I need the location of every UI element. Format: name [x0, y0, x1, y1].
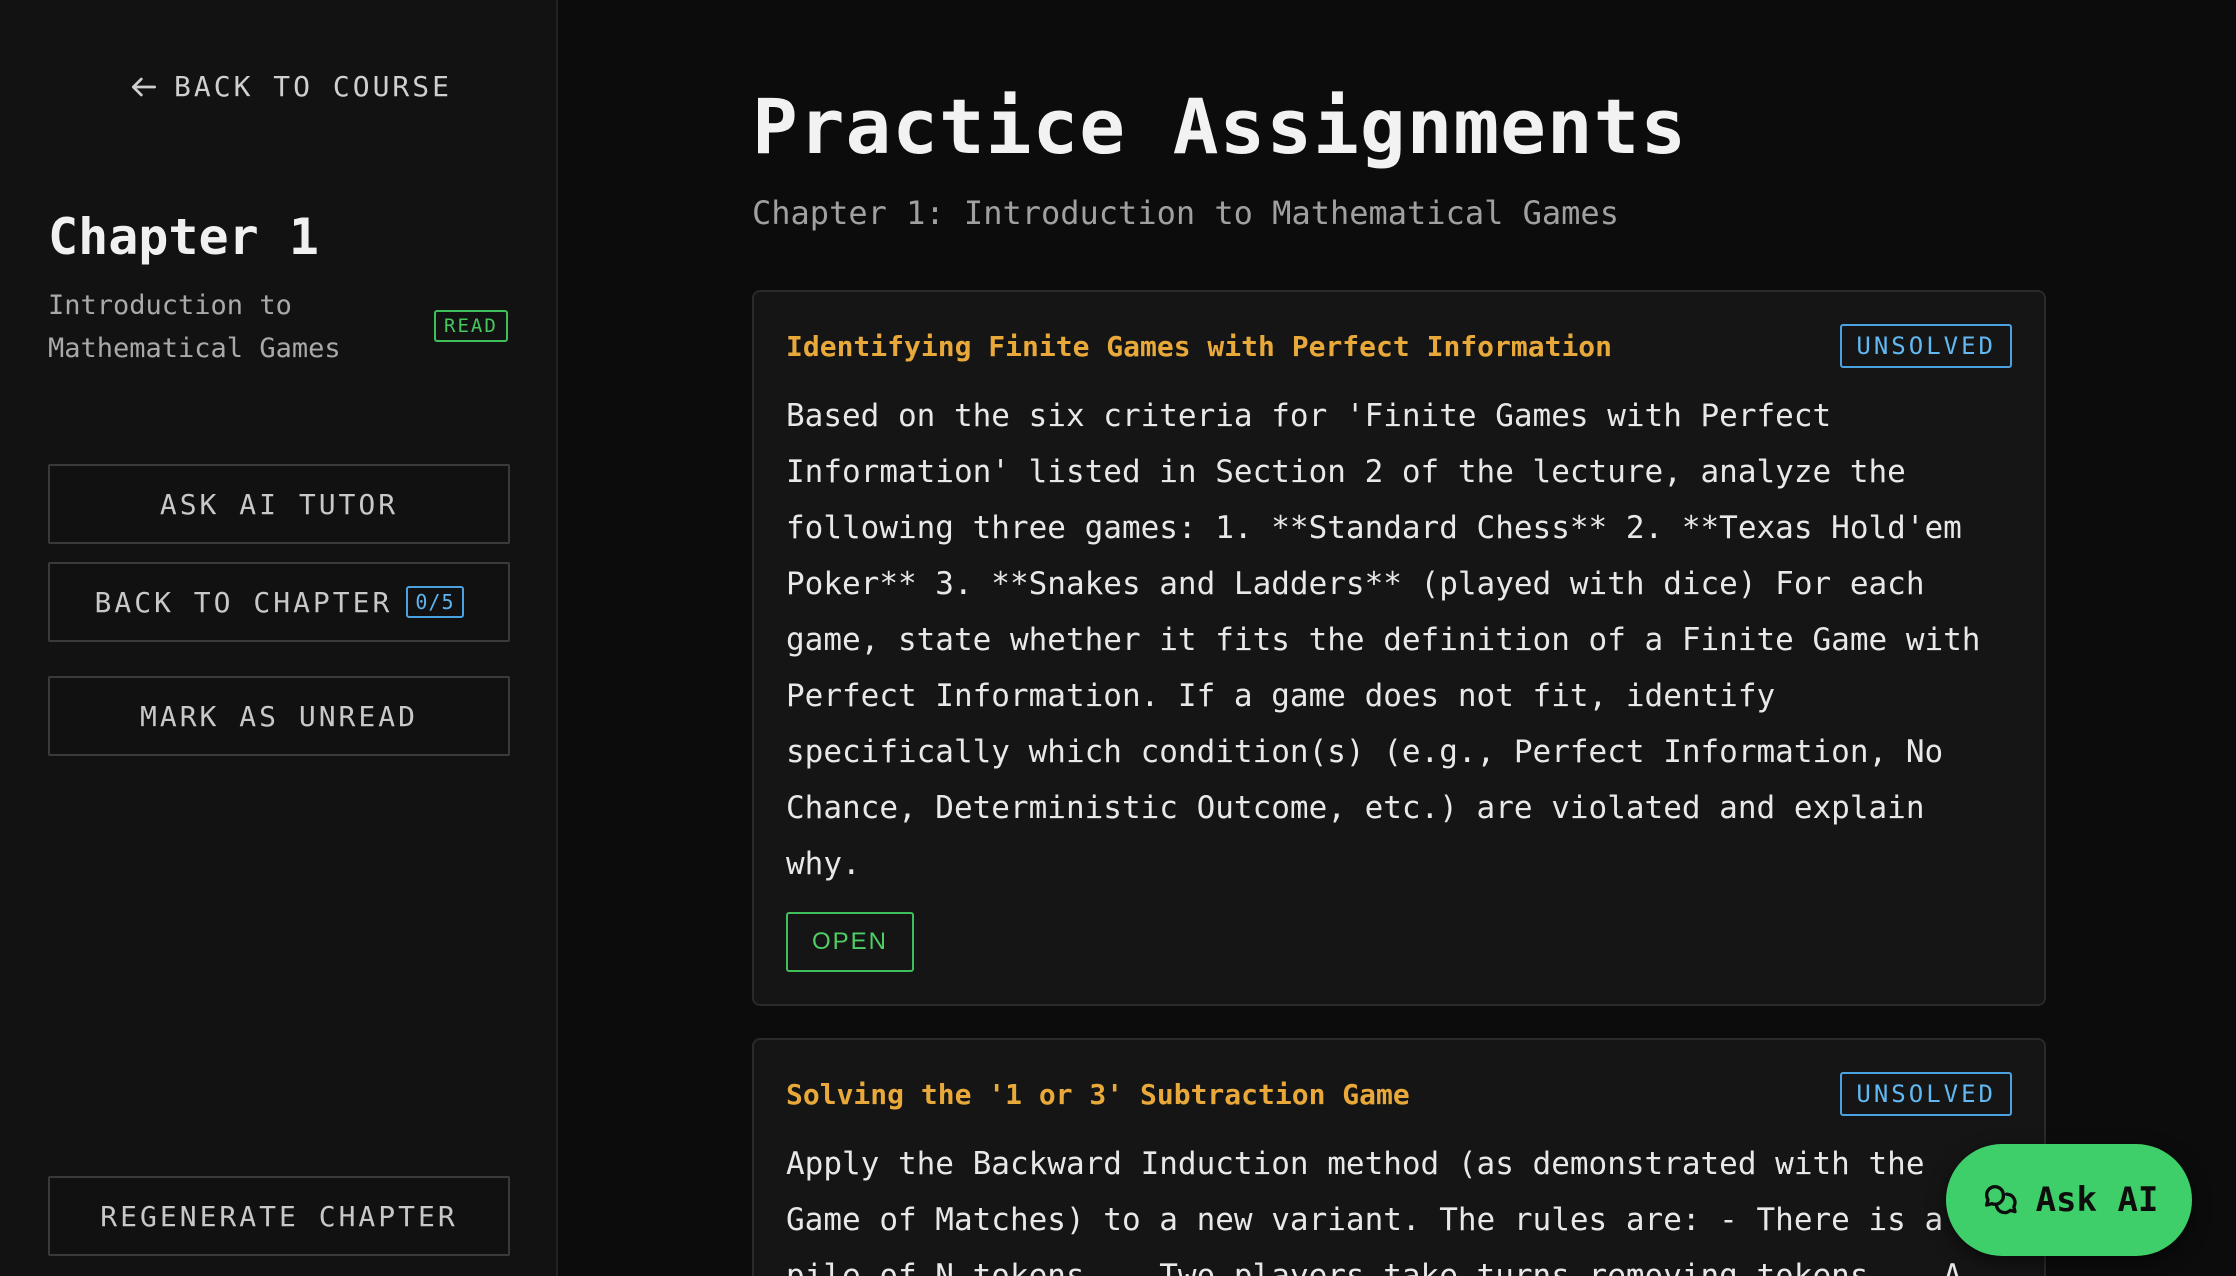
ask-ai-tutor-button[interactable]: ASK AI TUTOR [48, 464, 510, 544]
page-subtitle: Chapter 1: Introduction to Mathematical … [752, 194, 1619, 232]
chapter-title: Chapter 1 [48, 208, 319, 266]
open-assignment-button[interactable]: OPEN [786, 912, 915, 972]
mark-as-unread-label: MARK AS UNREAD [139, 699, 418, 733]
status-badge: UNSOLVED [1840, 1072, 2012, 1116]
main-content: Practice Assignments Chapter 1: Introduc… [558, 0, 2236, 1276]
regenerate-chapter-label: REGENERATE CHAPTER [100, 1199, 458, 1233]
assignment-title: Identifying Finite Games with Perfect In… [786, 330, 1613, 363]
progress-badge: 0/5 [406, 586, 464, 618]
chat-bubbles-icon [1984, 1185, 2017, 1215]
chapter-subtitle: Introduction to Mathematical Games [48, 290, 341, 364]
assignment-card: Identifying Finite Games with Perfect In… [752, 290, 2046, 1006]
status-badge: UNSOLVED [1840, 324, 2012, 368]
assignment-body: Based on the six criteria for 'Finite Ga… [786, 398, 1981, 882]
mark-as-unread-button[interactable]: MARK AS UNREAD [48, 676, 510, 756]
assignment-body: Apply the Backward Induction method (as … [786, 1146, 1962, 1276]
back-to-course-link[interactable]: BACK TO COURSE [128, 70, 452, 103]
app-root: BACK TO COURSE Chapter 1 Introduction to… [0, 0, 2236, 1276]
assignment-title: Solving the '1 or 3' Subtraction Game [786, 1078, 1410, 1111]
ask-ai-fab[interactable]: Ask AI [1946, 1144, 2192, 1256]
assignment-card: Solving the '1 or 3' Subtraction Game UN… [752, 1038, 2046, 1276]
ask-ai-label: Ask AI [2035, 1180, 2159, 1220]
page-title: Practice Assignments [752, 82, 1688, 171]
ask-ai-tutor-label: ASK AI TUTOR [159, 487, 399, 521]
sidebar: BACK TO COURSE Chapter 1 Introduction to… [0, 0, 558, 1276]
read-badge: READ [434, 310, 508, 342]
back-to-course-label: BACK TO COURSE [174, 70, 453, 103]
regenerate-chapter-button[interactable]: REGENERATE CHAPTER [48, 1176, 510, 1256]
back-to-chapter-button[interactable]: BACK TO CHAPTER 0/5 [48, 562, 510, 642]
back-to-chapter-label: BACK TO CHAPTER [94, 585, 393, 619]
arrow-left-icon [132, 77, 156, 96]
